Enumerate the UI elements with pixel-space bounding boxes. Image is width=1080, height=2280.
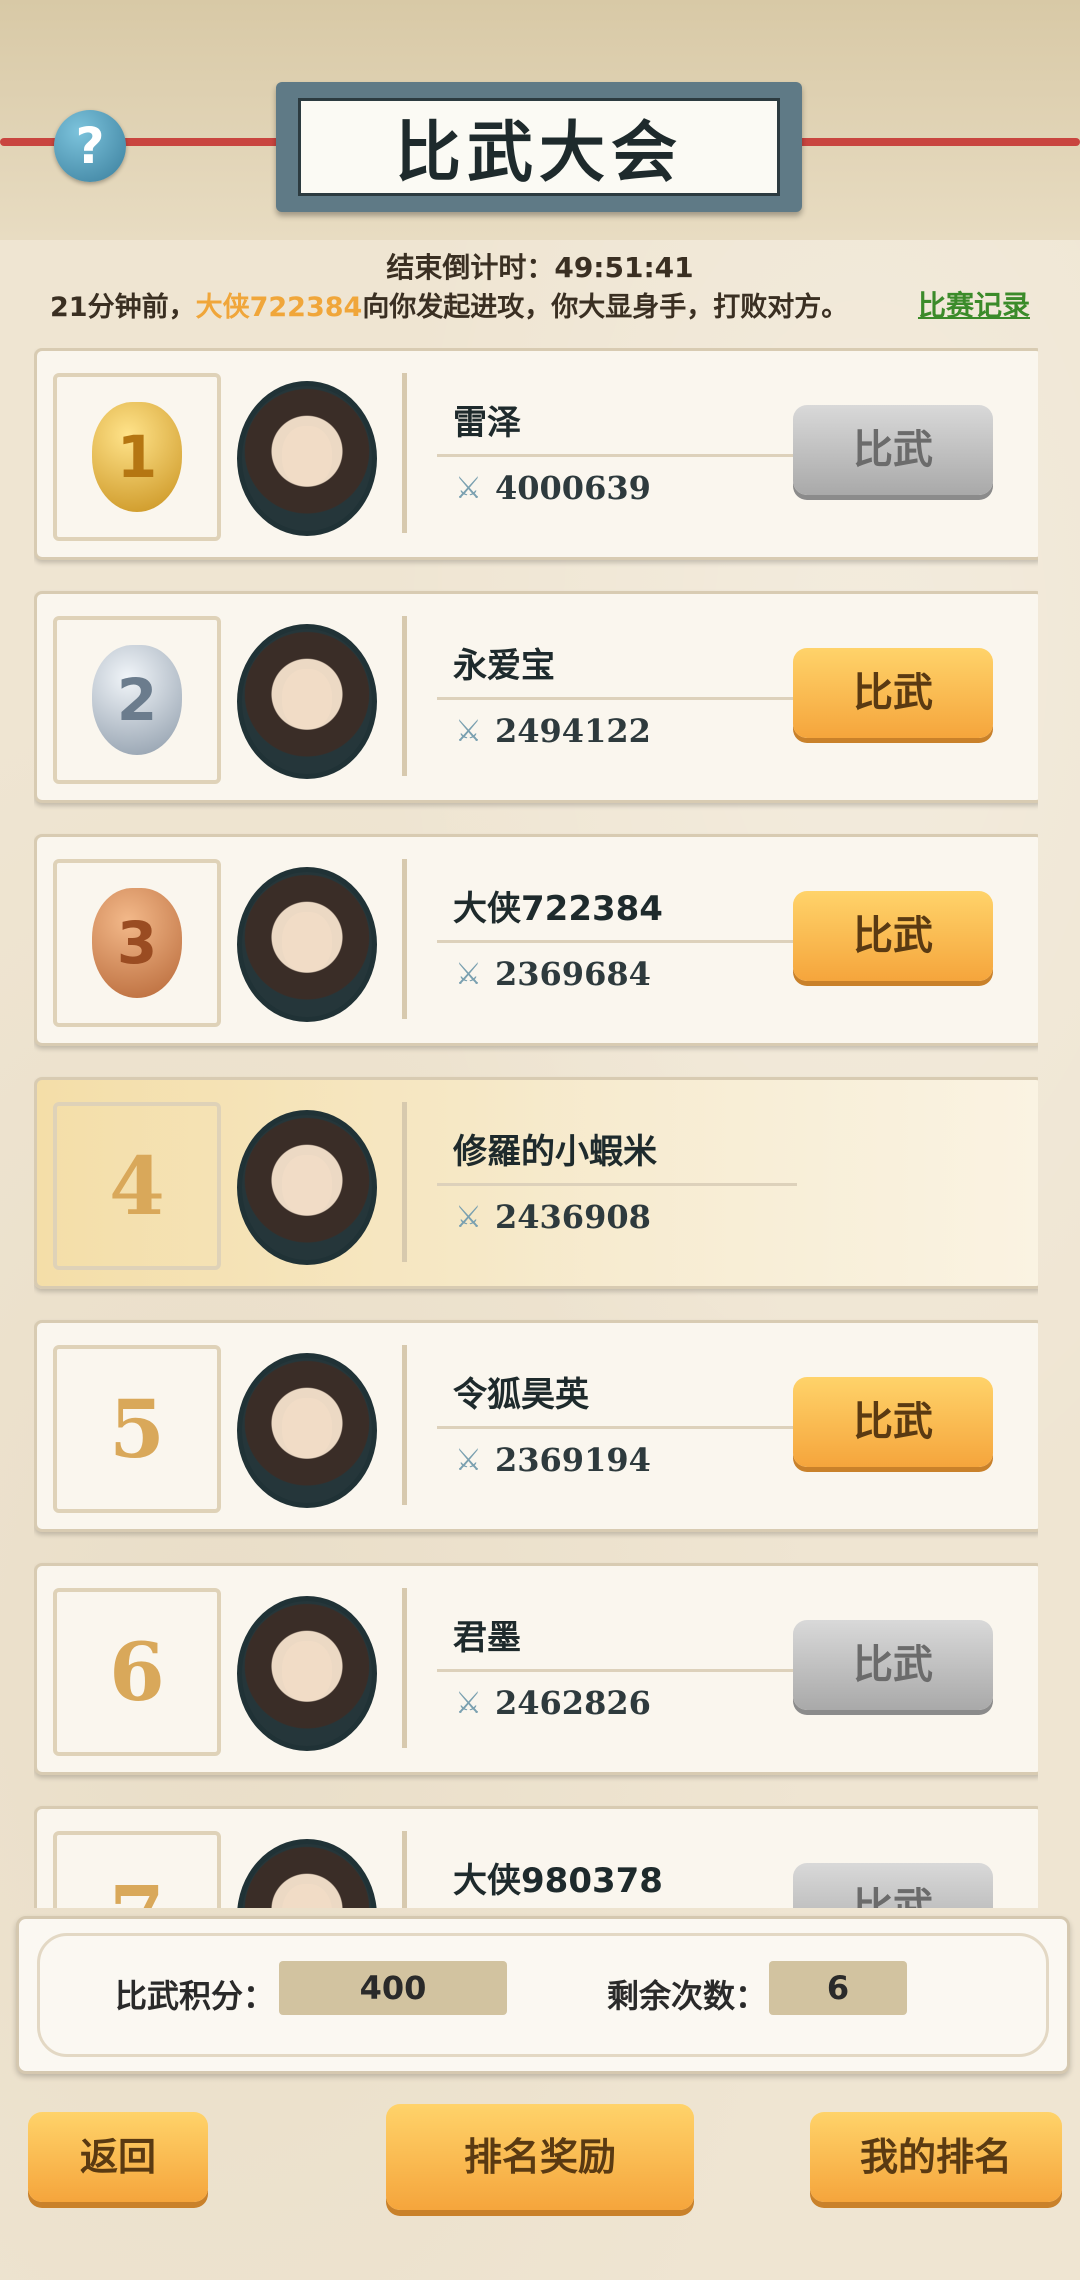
rank-badge: 1	[53, 373, 221, 541]
rope-left	[0, 138, 300, 146]
ranking-row: 3 大侠722384 ⚔ 2369684 比武	[34, 834, 1038, 1046]
swords-icon: ⚔	[455, 1200, 482, 1235]
fight-button[interactable]: 比武	[793, 1620, 993, 1710]
combat-power: 2462826	[495, 1684, 651, 1722]
remaining-label: 剩余次数：	[607, 1977, 768, 2015]
avatar[interactable]	[237, 381, 377, 536]
combat-power: 2369684	[495, 955, 651, 993]
gold-medal-icon: 1	[92, 402, 182, 512]
swords-icon: ⚔	[455, 1443, 482, 1478]
notice-prefix: 21分钟前，	[50, 292, 196, 323]
page-title: 比武大会	[395, 113, 683, 191]
fight-button[interactable]: 比武	[793, 1377, 993, 1467]
ranking-row: 2 永爱宝 ⚔ 2494122 比武	[34, 591, 1038, 803]
rank-badge: 5	[53, 1345, 221, 1513]
avatar[interactable]	[237, 1839, 377, 1908]
notice-suffix: 向你发起进攻，你大显身手，打败对方。	[362, 292, 849, 323]
swords-icon: ⚔	[455, 471, 482, 506]
silver-medal-icon: 2	[92, 645, 182, 755]
player-name: 雷泽	[453, 403, 521, 443]
rope-right	[780, 138, 1080, 146]
score-value: 400	[279, 1961, 507, 2015]
match-record-link[interactable]: 比赛记录	[918, 284, 1030, 324]
back-button[interactable]: 返回	[28, 2112, 208, 2202]
combat-power: 2494122	[495, 712, 651, 750]
rank-number: 7	[109, 1868, 165, 1908]
ranking-row: 7 大侠980378 比武	[34, 1806, 1038, 1908]
combat-power: 4000639	[495, 469, 651, 507]
rank-badge: 3	[53, 859, 221, 1027]
player-name: 大侠722384	[453, 889, 663, 929]
ranking-list[interactable]: 1 雷泽 ⚔ 4000639 比武 2 永爱宝 ⚔ 2494122 比武 3 大…	[34, 348, 1038, 1908]
rank-badge: 2	[53, 616, 221, 784]
player-name: 永爱宝	[453, 646, 555, 686]
fight-button[interactable]: 比武	[793, 1863, 993, 1908]
player-name: 君墨	[453, 1618, 521, 1658]
score-label: 比武积分：	[115, 1977, 276, 2015]
player-name: 大侠980378	[453, 1861, 663, 1901]
swords-icon: ⚔	[455, 1686, 482, 1721]
ranking-row: 1 雷泽 ⚔ 4000639 比武	[34, 348, 1038, 560]
my-rank-button[interactable]: 我的排名	[810, 2112, 1062, 2202]
countdown-timer: 结束倒计时：49:51:41	[386, 251, 694, 284]
ranking-row: 6 君墨 ⚔ 2462826 比武	[34, 1563, 1038, 1775]
ranking-row: 5 令狐昊英 ⚔ 2369194 比武	[34, 1320, 1038, 1532]
rank-number: 5	[109, 1382, 165, 1476]
rank-number: 4	[109, 1139, 165, 1233]
rank-reward-button[interactable]: 排名奖励	[386, 2104, 694, 2210]
player-name: 令狐昊英	[453, 1375, 589, 1415]
avatar[interactable]	[237, 867, 377, 1022]
avatar[interactable]	[237, 1353, 377, 1508]
help-button[interactable]: ?	[54, 110, 126, 182]
avatar[interactable]	[237, 1596, 377, 1751]
fight-button[interactable]: 比武	[793, 648, 993, 738]
remaining-value: 6	[769, 1961, 907, 2015]
avatar[interactable]	[237, 1110, 377, 1265]
battle-notice: 21分钟前，大侠722384向你发起进攻，你大显身手，打败对方。	[50, 285, 848, 324]
swords-icon: ⚔	[455, 714, 482, 749]
ranking-row-self: 4 修羅的小蝦米 ⚔ 2436908	[34, 1077, 1038, 1289]
rank-badge: 7	[53, 1831, 221, 1908]
rank-badge: 4	[53, 1102, 221, 1270]
combat-power: 2436908	[495, 1198, 651, 1236]
fight-button[interactable]: 比武	[793, 891, 993, 981]
title-plaque: 比武大会	[276, 82, 802, 212]
swords-icon: ⚔	[455, 957, 482, 992]
notice-attacker-name: 大侠722384	[195, 292, 363, 323]
avatar[interactable]	[237, 624, 377, 779]
bronze-medal-icon: 3	[92, 888, 182, 998]
stats-panel: 比武积分： 400 剩余次数： 6	[16, 1916, 1070, 2074]
player-name: 修羅的小蝦米	[453, 1132, 657, 1172]
fight-button[interactable]: 比武	[793, 405, 993, 495]
rank-badge: 6	[53, 1588, 221, 1756]
combat-power: 2369194	[495, 1441, 651, 1479]
rank-number: 6	[109, 1625, 165, 1719]
